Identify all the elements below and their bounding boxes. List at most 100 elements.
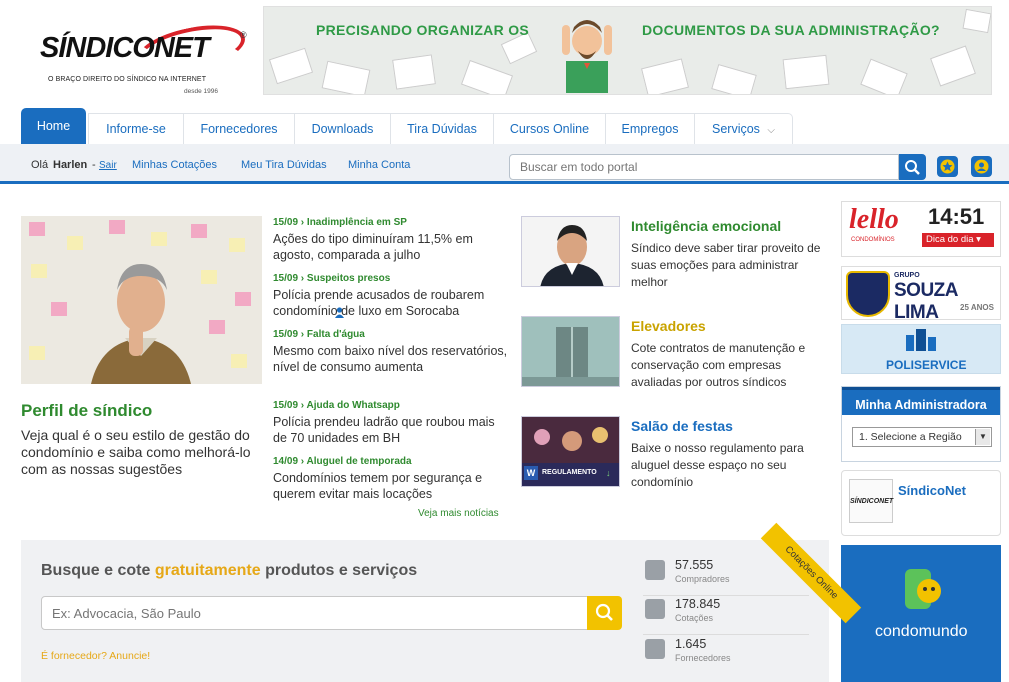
sindiconet-card[interactable]: SÍNDICONET SíndicoNet <box>841 470 1001 536</box>
regulamento-badge: REGULAMENTO <box>542 469 597 476</box>
man-portrait <box>91 264 191 384</box>
stat-label: Fornecedores <box>675 653 731 663</box>
word-doc-icon: W <box>524 466 538 480</box>
anuncie-link[interactable]: É fornecedor? Anuncie! <box>41 650 150 662</box>
lello-ad[interactable]: lello CONDOMÍNIOS 14:51 Dica do dia ▾ <box>841 201 1001 257</box>
greeting: Olá <box>31 159 49 171</box>
tab-servicos[interactable]: Serviços ⌵ <box>694 113 793 144</box>
souza-lima-ad[interactable]: GRUPO SOUZA LIMA 25 ANOS <box>841 266 1001 323</box>
poliservice-label: POLISERVICE <box>886 358 967 372</box>
stat-value: 178.845 <box>675 597 721 611</box>
caret-down-icon: ▾ <box>976 234 981 245</box>
buildings-icon <box>906 329 936 351</box>
tab-downloads[interactable]: Downloads <box>294 113 390 144</box>
portal-search-input[interactable] <box>509 154 899 180</box>
shopping-cart-icon <box>645 560 665 580</box>
clipboard-icon <box>645 599 665 619</box>
chevron-down-icon: ▼ <box>975 429 990 445</box>
tab-empregos[interactable]: Empregos <box>605 113 694 144</box>
search-icon <box>905 160 920 175</box>
star-icon <box>940 159 955 174</box>
logout-link[interactable]: Sair <box>99 160 117 171</box>
logo-tagline: O BRAÇO DIREITO DO SÍNDICO NA INTERNET <box>48 76 207 83</box>
news-item[interactable]: 15/09 › Falta d'água Mesmo com baixo nív… <box>273 329 508 375</box>
shield-icon <box>846 271 890 317</box>
cotacao-box: Busque e cote gratuitamente produtos e s… <box>21 522 862 682</box>
tab-servicos-label: Serviços <box>712 122 760 136</box>
minha-conta-link[interactable]: Minha Conta <box>348 159 410 171</box>
favorites-button[interactable] <box>937 156 958 177</box>
news-headline[interactable]: Polícia prende acusados de roubarem cond… <box>273 287 508 319</box>
article-text: Cote contratos de manutenção e conservaç… <box>631 341 806 389</box>
news-headline[interactable]: Ações do tipo diminuíram 11,5% em agosto… <box>273 231 508 263</box>
tab-fornecedores[interactable]: Fornecedores <box>183 113 294 144</box>
tab-tira-duvidas[interactable]: Tira Dúvidas <box>390 113 493 144</box>
stat-label: Compradores <box>675 574 730 584</box>
souza-name: SOUZA LIMA <box>894 280 958 323</box>
article-text: Síndico deve saber tirar proveito de sua… <box>631 241 821 289</box>
region-select-value: 1. Selecione a Região <box>859 431 962 443</box>
search-icon <box>595 603 613 621</box>
news-headline[interactable]: Mesmo com baixo nível dos reservatórios,… <box>273 343 508 375</box>
clock-time: 14:51 <box>928 204 985 229</box>
portal-search-button[interactable] <box>899 154 926 180</box>
news-date: 15/09 › Suspeitos presos <box>273 273 391 284</box>
more-news-link[interactable]: Veja mais notícias <box>418 508 499 519</box>
dica-label: Dica do dia <box>926 234 974 245</box>
lello-subtitle: CONDOMÍNIOS <box>851 237 895 243</box>
dica-do-dia-button[interactable]: Dica do dia ▾ <box>922 233 994 247</box>
region-select[interactable]: 1. Selecione a Região ▼ <box>852 427 992 447</box>
cotacao-heading: Busque e cote gratuitamente produtos e s… <box>41 562 417 580</box>
cotacao-search-input[interactable] <box>41 596 589 630</box>
news-item[interactable]: 15/09 › Inadimplência em SP Ações do tip… <box>273 217 508 263</box>
news-date: 15/09 › Falta d'água <box>273 329 365 340</box>
profile-button[interactable] <box>971 156 992 177</box>
sindiconet-thumb: SÍNDICONET <box>849 479 893 523</box>
stat-compradores: 57.555 Compradores <box>643 558 809 596</box>
news-item[interactable]: 15/09 › Suspeitos presos Polícia prende … <box>273 273 508 319</box>
avatar-icon <box>974 159 989 174</box>
article-text: Baixe o nosso regulamento para aluguel d… <box>631 441 804 489</box>
top-banner-ad[interactable]: PRECISANDO ORGANIZAR OS DOCUMENTOS DA SU… <box>263 6 992 95</box>
news-date: 15/09 › Ajuda do Whatsapp <box>273 400 400 411</box>
article-title[interactable]: Inteligência emocional <box>631 218 781 234</box>
site-logo[interactable]: SÍNDICONET ® O BRAÇO DIREITO DO SÍNDICO … <box>40 17 250 100</box>
condomundo-ad[interactable]: condomundo <box>841 545 1001 682</box>
banner-text-right: DOCUMENTOS DA SUA ADMINISTRAÇÃO? <box>642 22 940 38</box>
meu-tira-duvidas-link[interactable]: Meu Tira Dúvidas <box>241 159 327 171</box>
minhas-cotacoes-link[interactable]: Minhas Cotações <box>132 159 217 171</box>
stat-fornecedores: 1.645 Fornecedores <box>643 637 809 675</box>
minha-title: Minha Administradora <box>842 387 1000 415</box>
logo-since: desde 1996 <box>184 88 218 95</box>
stat-value: 1.645 <box>675 637 707 651</box>
news-date: 15/09 › Inadimplência em SP <box>273 217 407 228</box>
article-image <box>521 316 620 387</box>
cotacao-search-button[interactable] <box>587 596 622 630</box>
minha-administradora-widget: Minha Administradora 1. Selecione a Regi… <box>841 386 1001 462</box>
tab-informe-se[interactable]: Informe-se <box>88 113 183 144</box>
news-date: 14/09 › Aluguel de temporada <box>273 456 412 467</box>
tab-cursos-online[interactable]: Cursos Online <box>493 113 605 144</box>
news-item[interactable]: 15/09 › Ajuda do Whatsapp Polícia prende… <box>273 400 508 446</box>
news-item[interactable]: 14/09 › Aluguel de temporada Condomínios… <box>273 456 508 502</box>
tab-home[interactable]: Home <box>21 108 86 144</box>
logo-text: SÍNDICONET <box>40 32 210 64</box>
souza-group: GRUPO <box>894 272 920 279</box>
featured-image[interactable] <box>21 216 262 384</box>
article-title[interactable]: Elevadores <box>631 318 706 334</box>
poliservice-ad[interactable]: POLISERVICE <box>841 324 1001 374</box>
news-headline[interactable]: Polícia prendeu ladrão que roubou mais d… <box>273 414 508 446</box>
cotacao-heading-a: Busque e cote <box>41 562 151 579</box>
cotacao-heading-b: gratuitamente <box>154 562 261 579</box>
logo-registered: ® <box>240 30 247 40</box>
news-headline[interactable]: Condomínios temem por segurança e querem… <box>273 470 508 502</box>
featured-text: Veja qual é o seu estilo de gestão do co… <box>21 427 251 477</box>
article-salao-de-festas[interactable]: W REGULAMENTO ↓ Salão de festas Baixe o … <box>521 416 831 489</box>
condomundo-label: condomundo <box>875 623 968 640</box>
article-elevadores[interactable]: Elevadores Cote contratos de manutenção … <box>521 316 831 389</box>
article-inteligencia-emocional[interactable]: Inteligência emocional Síndico deve sabe… <box>521 216 831 289</box>
article-title[interactable]: Salão de festas <box>631 418 733 434</box>
username: Harlen <box>53 159 88 171</box>
featured-title[interactable]: Perfil de síndico <box>21 401 152 421</box>
chevron-down-icon: ⌵ <box>767 125 776 136</box>
